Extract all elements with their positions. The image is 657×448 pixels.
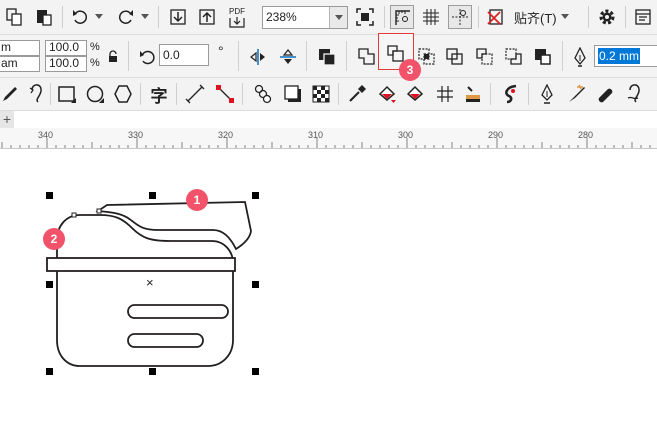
selection-handle-bottom[interactable]: [149, 368, 156, 375]
folder-body[interactable]: [56, 214, 234, 367]
callout-2: 2: [43, 228, 65, 250]
selection-handle-bottom-right[interactable]: [252, 368, 259, 375]
selection-center-marker[interactable]: ×: [146, 275, 154, 290]
callout-1: 1: [186, 189, 208, 211]
selection-handle-top[interactable]: [149, 192, 156, 199]
drawing-objects: [46, 201, 252, 367]
selection-handle-top-right[interactable]: [252, 192, 259, 199]
node-marker[interactable]: [71, 212, 77, 218]
selection-handle-left[interactable]: [46, 281, 53, 288]
node-marker[interactable]: [96, 208, 102, 214]
selection-handle-right[interactable]: [252, 281, 259, 288]
selection-handle-bottom-left[interactable]: [46, 368, 53, 375]
callout-3: 3: [399, 59, 421, 81]
slot-bottom[interactable]: [127, 333, 204, 348]
slot-top[interactable]: [127, 304, 229, 319]
band-rectangle[interactable]: [46, 257, 236, 272]
folder-back-flap[interactable]: [95, 201, 252, 251]
selection-handle-top-left[interactable]: [46, 192, 53, 199]
